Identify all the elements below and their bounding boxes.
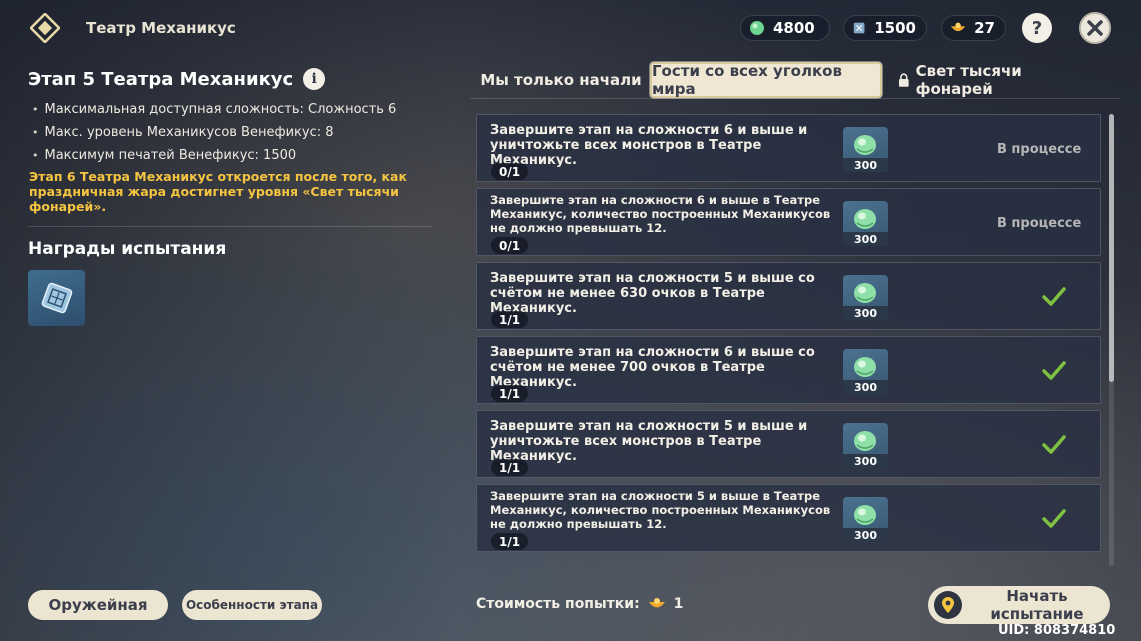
- divider: [28, 226, 433, 227]
- help-button[interactable]: ?: [1022, 13, 1052, 43]
- task-description: Завершите этап на сложности 5 и выше в Т…: [490, 489, 831, 531]
- start-challenge-button[interactable]: Начать испытание: [928, 586, 1110, 624]
- token-value: 1500: [874, 19, 916, 37]
- task-description: Завершите этап на сложности 5 и выше со …: [490, 271, 815, 316]
- task-row[interactable]: Завершите этап на сложности 5 и выше в Т…: [476, 484, 1101, 552]
- tab-thousand-lanterns[interactable]: Свет тысячи фонарей: [898, 62, 1098, 98]
- attempt-cost-label: Стоимость попытки:: [476, 596, 640, 612]
- checkmark-icon: [1042, 287, 1066, 306]
- task-progress: 1/1: [491, 311, 529, 328]
- green-gem-icon: [854, 283, 876, 303]
- location-pin-icon: [934, 591, 962, 619]
- green-gem-icon: [750, 21, 764, 35]
- unlock-note: Этап 6 Театра Механикус откроется после …: [29, 169, 407, 214]
- close-icon: [1087, 20, 1103, 36]
- stage-title: Этап 5 Театра Механикус i: [28, 68, 326, 90]
- info-icon[interactable]: i: [303, 68, 326, 90]
- tab-bar: Мы только начали Гости со всех уголков м…: [470, 62, 1120, 98]
- task-reward[interactable]: 300: [843, 275, 888, 320]
- attempt-cost: Стоимость попытки: 1: [476, 596, 683, 612]
- blue-token-icon: [853, 22, 865, 34]
- task-reward[interactable]: 300: [843, 423, 888, 468]
- checkmark-icon: [1042, 509, 1066, 528]
- task-progress: 0/1: [491, 237, 529, 254]
- scroll-thumb[interactable]: [1109, 114, 1114, 382]
- tab-thousand-lanterns-label: Свет тысячи фонарей: [915, 62, 1022, 98]
- stat-max-level: Макс. уровень Механикусов Венефикус: 8: [32, 121, 432, 144]
- golden-bowl-icon: [950, 22, 966, 32]
- tab-guests-from-everywhere[interactable]: Гости со всех уголков мира: [650, 62, 882, 98]
- attempt-cost-value: 1: [673, 596, 684, 612]
- task-reward-qty: 300: [843, 454, 888, 468]
- primogem-value: 4800: [773, 19, 815, 37]
- stage-features-button[interactable]: Особенности этапа: [182, 590, 322, 620]
- seal-token-icon: [41, 282, 72, 314]
- bowl-counter[interactable]: 27: [941, 15, 1006, 41]
- checkmark-icon: [1042, 435, 1066, 454]
- tab-divider: [470, 98, 1120, 99]
- scrollbar[interactable]: [1109, 114, 1114, 566]
- bowl-value: 27: [974, 19, 995, 37]
- task-reward-qty: 300: [843, 380, 888, 394]
- green-gem-icon: [854, 505, 876, 525]
- stage-title-text: Этап 5 Театра Механикус: [28, 68, 294, 90]
- green-gem-icon: [854, 357, 876, 377]
- task-progress: 1/1: [491, 385, 529, 402]
- uid-label: UID: 808374810: [998, 623, 1116, 638]
- primogem-counter[interactable]: 4800: [740, 15, 830, 41]
- task-reward[interactable]: 300: [843, 349, 888, 394]
- task-list[interactable]: Завершите этап на сложности 6 и выше и у…: [476, 114, 1101, 567]
- rewards-title: Награды испытания: [28, 239, 227, 259]
- green-gem-icon: [854, 209, 876, 229]
- top-bar: Театр Механикус 4800 1500 27 ?: [0, 0, 1141, 56]
- reward-item[interactable]: [28, 270, 85, 326]
- stage-stats: Максимальная доступная сложность: Сложно…: [32, 98, 432, 167]
- stat-max-seals: Максимум печатей Венефикус: 1500: [32, 144, 432, 167]
- task-reward-qty: 300: [843, 306, 888, 320]
- task-reward-qty: 300: [843, 528, 888, 542]
- task-status: В процессе: [997, 142, 1082, 157]
- task-description: Завершите этап на сложности 5 и выше и у…: [490, 419, 808, 464]
- task-status: В процессе: [997, 216, 1082, 231]
- app-title: Театр Механикус: [86, 19, 236, 37]
- task-reward[interactable]: 300: [843, 201, 888, 246]
- task-progress: 1/1: [491, 459, 529, 476]
- checkmark-icon: [1042, 361, 1066, 380]
- task-row[interactable]: Завершите этап на сложности 5 и выше и у…: [476, 410, 1101, 478]
- token-counter[interactable]: 1500: [843, 15, 927, 41]
- start-challenge-label: Начать испытание: [990, 587, 1084, 623]
- task-progress: 1/1: [491, 533, 529, 550]
- task-row[interactable]: Завершите этап на сложности 5 и выше со …: [476, 262, 1101, 330]
- stat-max-difficulty: Максимальная доступная сложность: Сложно…: [32, 98, 432, 121]
- task-progress: 0/1: [491, 163, 529, 180]
- green-gem-icon: [854, 135, 876, 155]
- task-description: Завершите этап на сложности 6 и выше и у…: [490, 123, 808, 168]
- lock-icon: [898, 73, 909, 87]
- close-button[interactable]: [1079, 12, 1111, 44]
- task-reward[interactable]: 300: [843, 497, 888, 542]
- task-reward-qty: 300: [843, 158, 888, 172]
- golden-bowl-icon: [648, 598, 665, 608]
- tab-just-started[interactable]: Мы только начали: [476, 62, 646, 98]
- task-description: Завершите этап на сложности 6 и выше в Т…: [490, 193, 831, 235]
- task-reward[interactable]: 300: [843, 127, 888, 172]
- theater-mechanicus-logo-icon: [30, 13, 60, 43]
- task-row[interactable]: Завершите этап на сложности 6 и выше в Т…: [476, 188, 1101, 256]
- armory-button[interactable]: Оружейная: [28, 590, 168, 620]
- task-reward-qty: 300: [843, 232, 888, 246]
- task-description: Завершите этап на сложности 6 и выше со …: [490, 345, 815, 390]
- task-row[interactable]: Завершите этап на сложности 6 и выше и у…: [476, 114, 1101, 182]
- task-row[interactable]: Завершите этап на сложности 6 и выше со …: [476, 336, 1101, 404]
- green-gem-icon: [854, 431, 876, 451]
